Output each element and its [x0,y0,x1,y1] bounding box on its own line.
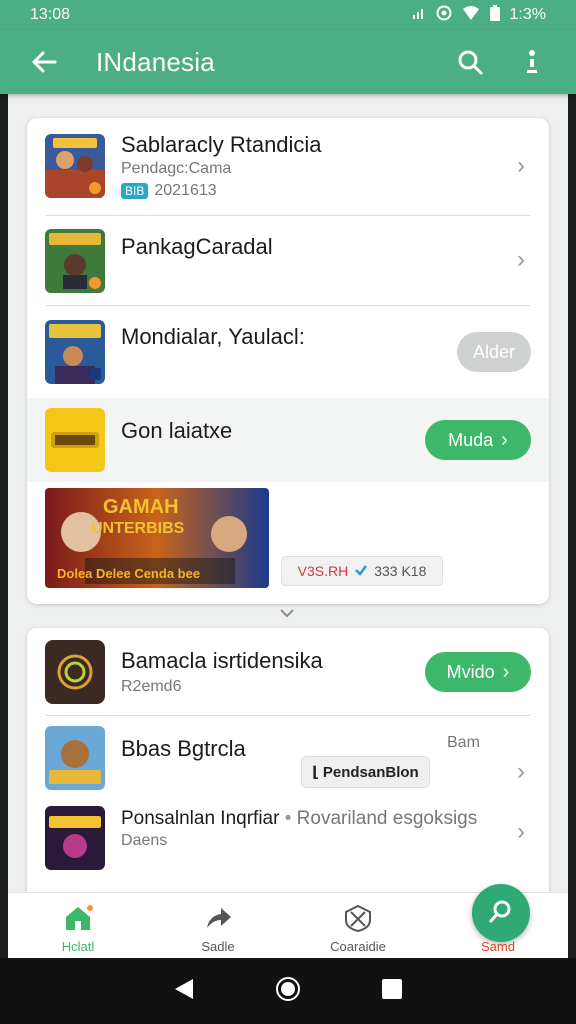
item-title: Gon laiatxe [121,418,233,443]
item-right-text: Bam [447,734,480,751]
meta-chip: V3S.RH 333 K18 [281,556,443,586]
status-bar: 13:08 1:3% [0,0,576,30]
banner-line2: UNTERBIBS [91,520,185,537]
banner-line3: Dolea Delee Cenda bee [57,566,201,581]
chevron-right-icon: › [501,428,508,451]
battery-icon [489,4,500,26]
item-meta-value: 2021613 [154,182,217,199]
back-arrow-icon[interactable] [22,40,66,84]
item-tag: BIB [121,182,149,199]
dot-separator: • [284,808,292,829]
publisher-chip-label: PendsanBlon [322,763,419,781]
item-subtitle: R2emd6 [121,678,182,695]
nav-item-label: Sadle [201,938,235,954]
nav-item-categories[interactable]: Coaraidie [288,893,428,958]
bracket-icon: ⌊ [312,764,319,781]
chevron-right-icon: › [517,758,525,785]
back-icon[interactable] [173,977,195,1006]
alder-button[interactable]: Alder [457,332,531,372]
meta-chip-right: 333 K18 [374,563,427,579]
list-item[interactable]: Mondialar, Yaulacl: Alder [27,306,549,398]
list-item[interactable]: Bbas Bgtrcla ⌊ PendsanBlon Bam › [27,716,549,806]
item-title: Ponsalnlan Inqrfiar • Rovariland esgoksi… [121,808,477,830]
status-icons: 1:3% [412,4,546,26]
vpn-icon [436,5,452,26]
check-icon [354,563,368,580]
meta-chip-left: V3S.RH [297,563,349,579]
game-thumbnail [45,806,105,870]
home-button-icon[interactable] [275,976,301,1007]
item-meta: BIB 2021613 [121,182,217,200]
share-icon [203,904,233,935]
app-thumbnail [45,640,105,704]
item-subtitle: Daens [121,832,168,849]
search-fab[interactable] [472,884,530,942]
chevron-down-icon[interactable] [280,604,294,622]
promo-banner[interactable]: GAMAH UNTERBIBS Dolea Delee Cenda bee [45,488,269,588]
game-thumbnail [45,320,105,384]
list-item[interactable]: Ponsalnlan Inqrfiar • Rovariland esgoksi… [27,806,549,892]
banner-line1: GAMAH [103,496,179,518]
chevron-right-icon: › [502,660,510,683]
wifi-icon [462,5,480,26]
muda-button-label: Muda [448,429,494,450]
search-icon[interactable] [448,40,492,84]
game-thumbnail [45,408,105,472]
nav-item-label: Coaraidie [330,938,386,954]
shield-icon [343,904,373,935]
item-secondary: Rovariland esgoksigs [296,808,478,829]
nav-item-label: Hclatl [61,938,95,954]
nav-item-share[interactable]: Sadle [148,893,288,958]
list-item[interactable]: Sablaracly Rtandicia Pendagc:Cama BIB 202… [27,118,549,216]
list-item[interactable]: PankagCaradal › [27,216,549,306]
item-title: PankagCaradal [121,234,273,259]
app-bar: INdanesia [0,30,576,94]
recents-icon[interactable] [381,978,403,1005]
app-list-card-2: Bamacla isrtidensika R2emd6 Mvido › Bbas… [27,628,549,892]
home-icon [63,904,93,935]
game-thumbnail [45,726,105,790]
list-item[interactable]: Gon laiatxe Muda › [27,398,549,482]
mvido-button-label: Mvido [446,661,495,682]
game-thumbnail [45,134,105,198]
system-navigation-bar [0,958,576,1024]
publisher-chip[interactable]: ⌊ PendsanBlon [301,756,430,788]
item-title: Bamacla isrtidensika [121,648,323,673]
search-icon [487,897,515,930]
item-title: Mondialar, Yaulacl: [121,324,305,349]
nav-item-home[interactable]: Hclatl [8,893,148,958]
chevron-right-icon: › [517,818,525,845]
page-title: INdanesia [96,46,215,77]
item-title: Sablaracly Rtandicia [121,132,322,157]
chevron-right-icon: › [517,246,525,273]
item-title-text: Ponsalnlan Inqrfiar [121,808,280,829]
game-thumbnail [45,229,105,293]
item-title: Bbas Bgtrcla [121,736,246,761]
main-content[interactable]: Sablaracly Rtandicia Pendagc:Cama BIB 202… [8,94,568,892]
app-list-card: Sablaracly Rtandicia Pendagc:Cama BIB 202… [27,118,549,604]
battery-level: 1:3% [509,6,546,23]
list-item[interactable]: Bamacla isrtidensika R2emd6 Mvido › [27,628,549,716]
more-options-icon[interactable] [510,40,554,84]
status-time: 13:08 [30,6,71,23]
chevron-right-icon: › [517,152,525,179]
muda-button[interactable]: Muda › [425,420,531,460]
item-subtitle: Pendagc:Cama [121,160,232,177]
signal-icon [412,6,426,25]
mvido-button[interactable]: Mvido › [425,652,531,692]
